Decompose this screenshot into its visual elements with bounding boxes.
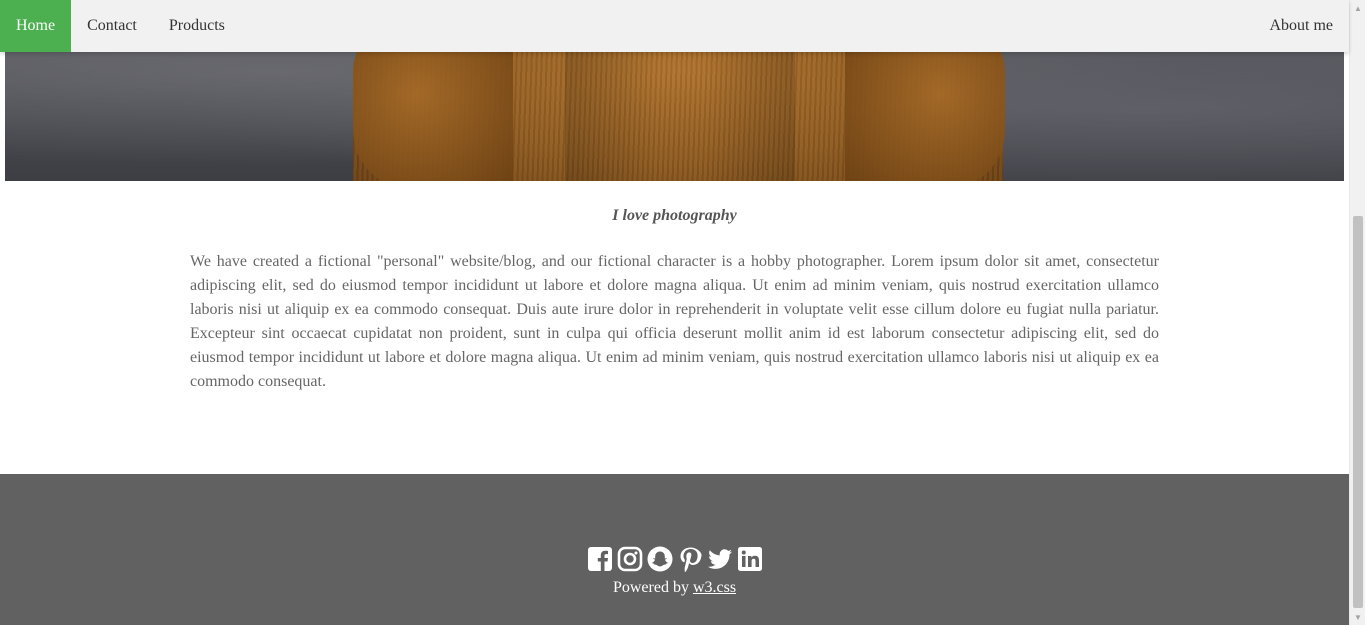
w3css-link[interactable]: w3.css <box>693 579 736 596</box>
nav-home[interactable]: Home <box>0 0 72 52</box>
nav-about-me[interactable]: About me <box>1253 0 1349 52</box>
page: Home Contact Products About me I love ph… <box>0 0 1365 625</box>
nav-products[interactable]: Products <box>153 0 241 52</box>
snapchat-icon[interactable] <box>647 546 673 572</box>
instagram-icon[interactable] <box>617 546 643 572</box>
hero-arm-left <box>353 30 513 181</box>
scroll-up-arrow-icon[interactable]: ▲ <box>1350 0 1365 16</box>
tagline: I love photography <box>612 207 737 224</box>
powered-by-label: Powered by <box>612 579 693 596</box>
scroll-down-arrow-icon[interactable]: ▼ <box>1350 609 1365 625</box>
footer: Powered by w3.css <box>0 474 1349 625</box>
vertical-scrollbar[interactable]: ▲ ▼ <box>1349 0 1365 625</box>
scroll-thumb[interactable] <box>1353 216 1363 608</box>
hero-arm-right <box>845 30 1005 181</box>
nav-contact[interactable]: Contact <box>71 0 153 52</box>
social-icons <box>0 546 1349 572</box>
linkedin-icon[interactable] <box>737 546 763 572</box>
intro-paragraph: We have created a fictional "personal" w… <box>190 253 1159 390</box>
twitter-icon[interactable] <box>707 546 733 572</box>
powered-by-line: Powered by w3.css <box>0 579 1349 597</box>
top-navigation: Home Contact Products About me <box>0 0 1349 52</box>
facebook-icon[interactable] <box>587 546 613 572</box>
pinterest-icon[interactable] <box>677 546 703 572</box>
